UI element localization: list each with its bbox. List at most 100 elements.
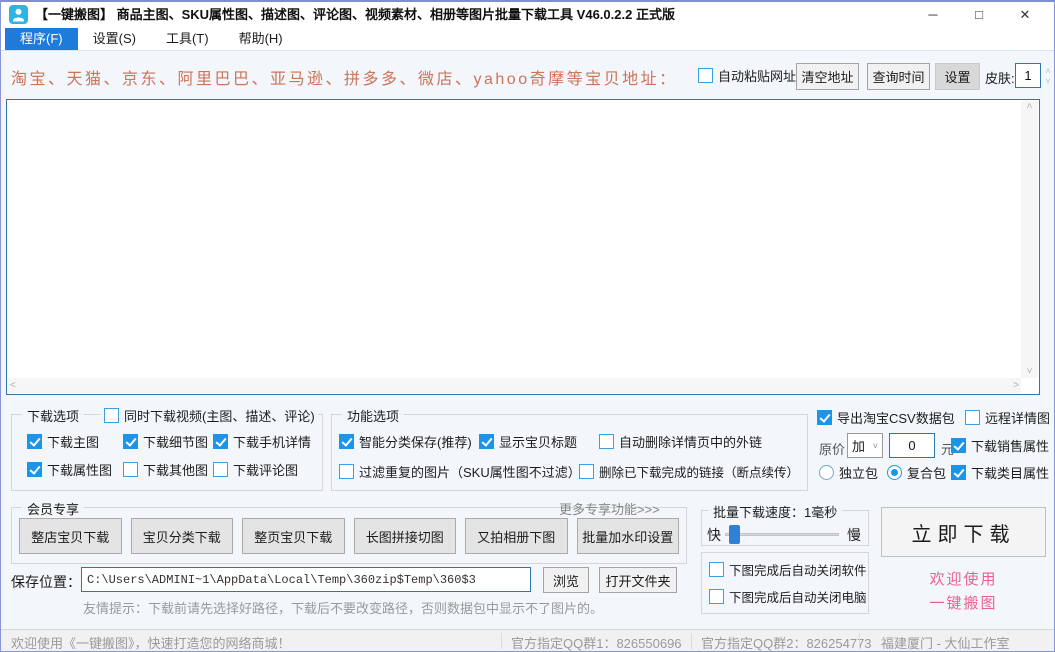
smart-classify-checkbox[interactable]: 智能分类保存(推荐) xyxy=(339,432,472,450)
whole-page-download-button[interactable]: 整页宝贝下载 xyxy=(242,518,345,554)
remove-external-links-checkbox[interactable]: 自动删除详情页中的外链 xyxy=(599,432,762,450)
checkbox-icon xyxy=(479,434,494,449)
price-value-input[interactable] xyxy=(889,433,935,458)
url-input[interactable] xyxy=(9,102,1019,376)
welcome-text-1: 欢迎使用 xyxy=(881,568,1046,589)
app-window: 【一键搬图】 商品主图、SKU属性图、描述图、评论图、视频素材、相册等图片批量下… xyxy=(0,0,1055,652)
open-folder-button[interactable]: 打开文件夹 xyxy=(599,567,677,593)
checkbox-icon xyxy=(123,434,138,449)
scroll-down-icon[interactable]: ˅ xyxy=(1027,366,1033,378)
radio-icon xyxy=(819,465,834,480)
checkbox-icon xyxy=(213,462,228,477)
upai-album-download-button[interactable]: 又拍相册下图 xyxy=(465,518,568,554)
download-mobile-detail-checkbox[interactable]: 下载手机详情 xyxy=(213,432,311,450)
browse-button[interactable]: 浏览 xyxy=(543,567,589,593)
checkbox-label: 过滤重复的图片（SKU属性图不过滤） xyxy=(359,462,581,481)
spinner-up-icon[interactable]: ˄ xyxy=(1045,66,1050,76)
speed-slider-track[interactable] xyxy=(725,533,839,536)
scroll-up-icon[interactable]: ˄ xyxy=(1027,101,1033,113)
scroll-left-icon[interactable]: ˂ xyxy=(10,380,16,392)
whole-store-download-button[interactable]: 整店宝贝下载 xyxy=(19,518,122,554)
status-welcome-text: 欢迎使用《一键搬图》，快速打造您的网络商城！ xyxy=(11,633,291,652)
checkbox-label: 下载评论图 xyxy=(233,460,298,479)
download-now-button[interactable]: 立即下载 xyxy=(881,507,1046,557)
save-path-input[interactable] xyxy=(81,567,531,592)
window-title: 【一键搬图】 商品主图、SKU属性图、描述图、评论图、视频素材、相册等图片批量下… xyxy=(35,2,675,28)
save-path-tip: 友情提示：下载前请先选择好路径，下载后不要改变路径，否则数据包中显示不了图片的。 xyxy=(83,598,603,617)
checkbox-label: 下载其他图 xyxy=(143,460,208,479)
checkbox-label: 下图完成后自动关闭电脑 xyxy=(729,587,867,606)
menu-item-program[interactable]: 程序(F) xyxy=(5,28,78,50)
maximize-icon[interactable]: □ xyxy=(956,2,1002,28)
remote-detail-checkbox[interactable]: 远程详情图 xyxy=(965,408,1050,426)
export-csv-checkbox[interactable]: 导出淘宝CSV数据包 xyxy=(817,408,955,426)
auto-paste-checkbox[interactable]: 自动粘贴网址 xyxy=(698,66,796,84)
horizontal-scrollbar[interactable]: ˂ ˃ xyxy=(8,378,1021,393)
menu-bar: 程序(F) 设置(S) 工具(T) 帮助(H) xyxy=(1,28,1054,51)
radio-icon xyxy=(887,465,902,480)
filter-duplicates-checkbox[interactable]: 过滤重复的图片（SKU属性图不过滤） xyxy=(339,462,581,480)
category-download-button[interactable]: 宝贝分类下载 xyxy=(131,518,234,554)
minimize-icon[interactable]: ─ xyxy=(910,2,956,28)
welcome-text-2: 一键搬图 xyxy=(881,592,1046,613)
download-detail-image-checkbox[interactable]: 下载细节图 xyxy=(123,432,208,450)
checkbox-label: 下载主图 xyxy=(47,432,99,451)
status-separator xyxy=(691,633,692,649)
query-time-button[interactable]: 查询时间 xyxy=(867,63,930,90)
clear-address-button[interactable]: 清空地址 xyxy=(796,63,859,90)
radio-label: 复合包 xyxy=(907,463,946,482)
menu-item-settings[interactable]: 设置(S) xyxy=(78,28,151,50)
auto-close-app-checkbox[interactable]: 下图完成后自动关闭软件 xyxy=(709,560,867,578)
scroll-right-icon[interactable]: ˃ xyxy=(1013,380,1019,392)
show-title-checkbox[interactable]: 显示宝贝标题 xyxy=(479,432,577,450)
vertical-scrollbar[interactable]: ˄ ˅ xyxy=(1021,101,1038,378)
delete-finished-links-checkbox[interactable]: 删除已下载完成的链接（断点续传） xyxy=(579,462,799,480)
price-op-select[interactable]: 加 ˅ xyxy=(847,433,883,458)
price-label: 原价 xyxy=(819,439,845,458)
sales-attr-checkbox[interactable]: 下载销售属性 xyxy=(951,436,1049,454)
download-video-checkbox[interactable]: 同时下载视频(主图、描述、评论) xyxy=(101,406,318,424)
batch-watermark-button[interactable]: 批量加水印设置 xyxy=(577,518,680,554)
download-other-image-checkbox[interactable]: 下载其他图 xyxy=(123,460,208,478)
menu-item-tools[interactable]: 工具(T) xyxy=(151,28,224,50)
download-options-group: 下载选项 xyxy=(11,414,323,491)
member-group-title: 会员专享 xyxy=(22,499,84,518)
checkbox-icon xyxy=(213,434,228,449)
more-features-link[interactable]: 更多专享功能>>> xyxy=(559,499,660,518)
checkbox-label: 导出淘宝CSV数据包 xyxy=(837,408,955,427)
status-bar: 欢迎使用《一键搬图》，快速打造您的网络商城！ 官方指定QQ群1：82655069… xyxy=(1,629,1054,652)
download-main-image-checkbox[interactable]: 下载主图 xyxy=(27,432,99,450)
checkbox-icon xyxy=(579,464,594,479)
checkbox-icon xyxy=(339,464,354,479)
download-review-image-checkbox[interactable]: 下载评论图 xyxy=(213,460,298,478)
price-op-value: 加 xyxy=(852,436,865,455)
checkbox-label: 下载类目属性 xyxy=(971,463,1049,482)
close-icon[interactable]: ✕ xyxy=(1002,2,1048,28)
spinner-down-icon[interactable]: ˅ xyxy=(1045,76,1050,86)
single-package-radio[interactable]: 独立包 xyxy=(819,463,878,481)
checkbox-icon xyxy=(709,589,724,604)
auto-close-pc-checkbox[interactable]: 下图完成后自动关闭电脑 xyxy=(709,587,867,605)
download-attr-image-checkbox[interactable]: 下载属性图 xyxy=(27,460,112,478)
checkbox-icon xyxy=(709,562,724,577)
window-controls: ─ □ ✕ xyxy=(910,2,1048,28)
status-qq-group-1: 官方指定QQ群1：826550696 xyxy=(511,633,682,652)
category-attr-checkbox[interactable]: 下载类目属性 xyxy=(951,463,1049,481)
skin-number-input[interactable] xyxy=(1015,63,1041,88)
checkbox-label: 远程详情图 xyxy=(985,408,1050,427)
checkbox-label: 自动粘贴网址 xyxy=(718,66,796,85)
speed-group: 批量下载速度：1毫秒 xyxy=(701,510,869,546)
function-options-title: 功能选项 xyxy=(342,406,404,425)
settings-button[interactable]: 设置 xyxy=(935,63,980,90)
skin-spinner: ˄ ˅ xyxy=(1042,63,1054,88)
long-image-slice-button[interactable]: 长图拼接切图 xyxy=(354,518,457,554)
checkbox-label: 下图完成后自动关闭软件 xyxy=(729,560,867,579)
menu-item-help[interactable]: 帮助(H) xyxy=(224,28,298,50)
chevron-down-icon: ˅ xyxy=(873,441,878,451)
checkbox-icon xyxy=(123,462,138,477)
checkbox-icon xyxy=(951,438,966,453)
radio-label: 独立包 xyxy=(839,463,878,482)
status-separator xyxy=(859,633,860,649)
composite-package-radio[interactable]: 复合包 xyxy=(887,463,946,481)
speed-slider-thumb[interactable] xyxy=(729,525,740,544)
